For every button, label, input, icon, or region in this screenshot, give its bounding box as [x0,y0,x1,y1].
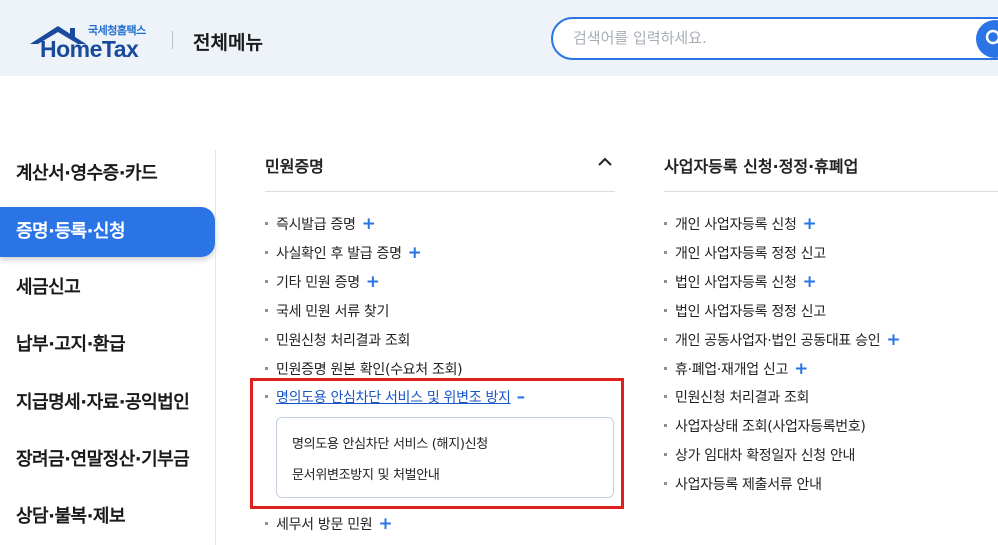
plus-icon[interactable]: + [886,330,900,350]
section-divider [265,191,615,192]
menu-item-label: 사업자등록 제출서류 안내 [675,477,822,493]
sidebar-item-payment[interactable]: 납부·고지·환급 [0,320,215,370]
menu-item-label: 법인 사업자등록 신청 [675,275,797,291]
menu-item-label: 사실확인 후 발급 증명 [276,246,402,262]
bullet [664,221,667,225]
menu-item-result-lookup-2[interactable]: 민원신청 처리결과 조회 [664,387,809,407]
search-icon [985,29,998,45]
bullet [265,521,268,525]
sidebar-item-tax-return[interactable]: 세금신고 [0,263,215,313]
bullet [664,337,667,341]
menu-item-label: 즉시발급 증명 [276,217,356,233]
highlight-box [250,378,624,509]
sidebar-divider [215,150,216,545]
sidebar-item-invoice[interactable]: 계산서·영수증·카드 [0,149,215,199]
menu-item-label: 사업자상태 조회(사업자등록번호) [675,419,866,435]
menu-item-label: 국세 민원 서류 찾기 [276,304,390,320]
menu-item-corporate-register[interactable]: 법인 사업자등록 신청 + [664,272,817,292]
menu-item-label: 민원신청 처리결과 조회 [276,333,411,349]
plus-icon[interactable]: + [803,214,817,234]
sidebar-item-incentive[interactable]: 장려금·연말정산·기부금 [0,435,215,485]
header-bar: 국세청홈택스 HomeTax 전체메뉴 [0,0,998,76]
menu-item-individual-correction[interactable]: 개인 사업자등록 정정 신고 [664,243,826,263]
section-title-business-registration[interactable]: 사업자등록 신청·정정·휴폐업 [664,153,858,177]
header-divider [172,31,173,49]
menu-item-find-docs[interactable]: 국세 민원 서류 찾기 [265,301,389,321]
menu-item-verified-cert[interactable]: 사실확인 후 발급 증명 + [265,243,422,263]
search-box[interactable] [551,17,998,60]
bullet [664,366,667,370]
bullet [265,308,268,312]
bullet [265,366,268,370]
sidebar-item-certificate[interactable]: 증명·등록·신청 [0,207,215,257]
plus-icon[interactable]: + [366,272,380,292]
bullet [265,337,268,341]
plus-icon[interactable]: + [794,359,808,379]
plus-icon[interactable]: + [408,243,422,263]
menu-item-label: 세무서 방문 민원 [276,517,373,533]
bullet [265,279,268,283]
menu-item-joint-approval[interactable]: 개인 공동사업자·법인 공동대표 승인 + [664,330,901,350]
menu-item-label: 민원증명 원본 확인(수요처 조회) [276,362,463,378]
plus-icon[interactable]: + [803,272,817,292]
menu-item-label: 법인 사업자등록 정정 신고 [675,304,826,320]
chevron-up-icon[interactable] [597,157,613,167]
menu-item-instant-cert[interactable]: 즉시발급 증명 + [265,214,376,234]
bullet [265,250,268,254]
bullet [664,452,667,456]
menu-item-label: 개인 공동사업자·법인 공동대표 승인 [675,333,881,349]
bullet [664,250,667,254]
menu-item-result-lookup[interactable]: 민원신청 처리결과 조회 [265,330,410,350]
menu-item-label: 개인 사업자등록 정정 신고 [675,246,826,262]
menu-item-required-docs[interactable]: 사업자등록 제출서류 안내 [664,474,822,494]
menu-item-status-lookup[interactable]: 사업자상태 조회(사업자등록번호) [664,416,866,436]
page-title: 전체메뉴 [193,32,263,54]
menu-item-corporate-correction[interactable]: 법인 사업자등록 정정 신고 [664,301,826,321]
plus-icon[interactable]: + [378,514,392,534]
menu-item-label: 기타 민원 증명 [276,275,360,291]
menu-item-label: 개인 사업자등록 신청 [675,217,797,233]
menu-item-lease-date[interactable]: 상가 임대차 확정일자 신청 안내 [664,445,855,465]
search-input[interactable] [573,29,953,47]
bullet [664,308,667,312]
plus-icon[interactable]: + [362,214,376,234]
menu-item-label: 민원신청 처리결과 조회 [675,390,810,406]
section-divider [664,191,998,192]
sidebar-item-consult[interactable]: 상담·불복·제보 [0,492,215,542]
menu-item-label: 상가 임대차 확정일자 신청 안내 [675,448,856,464]
menu-item-original-check[interactable]: 민원증명 원본 확인(수요처 조회) [265,359,463,379]
menu-item-individual-register[interactable]: 개인 사업자등록 신청 + [664,214,817,234]
logo-text: HomeTax [40,36,139,62]
bullet [265,221,268,225]
menu-item-other-cert[interactable]: 기타 민원 증명 + [265,272,380,292]
bullet [664,481,667,485]
bullet [664,394,667,398]
bullet [664,423,667,427]
menu-item-office-visit[interactable]: 세무서 방문 민원 + [265,514,393,534]
section-title-civil[interactable]: 민원증명 [265,153,324,177]
sidebar-item-statement[interactable]: 지급명세·자료·공익법인 [0,378,215,428]
bullet [664,279,667,283]
menu-item-label: 휴·폐업·재개업 신고 [675,362,789,378]
menu-item-closure-report[interactable]: 휴·폐업·재개업 신고 + [664,359,808,379]
hometax-logo[interactable]: 국세청홈택스 HomeTax [30,22,150,62]
